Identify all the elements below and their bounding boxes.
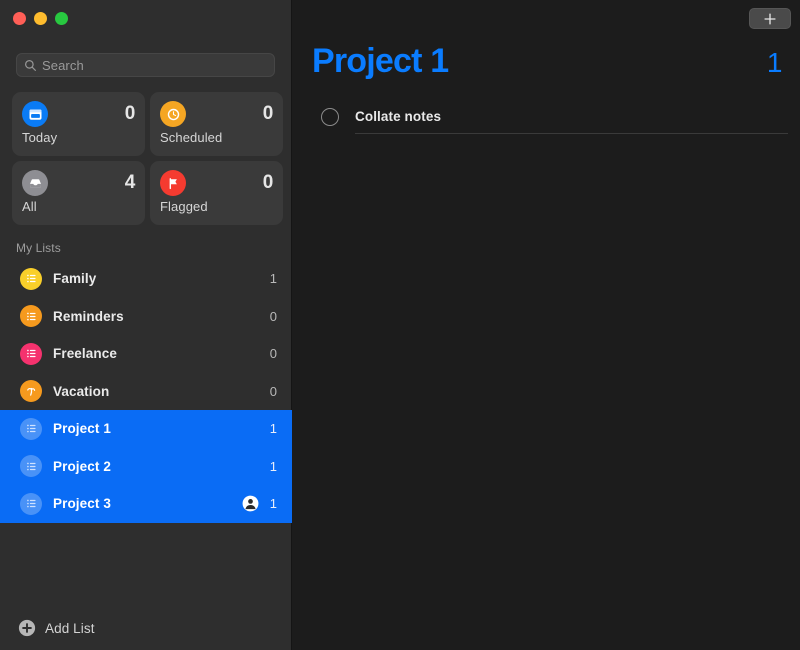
sidebar-item-reminders[interactable]: Reminders 0 [0, 298, 292, 336]
person-circle-icon[interactable] [242, 495, 259, 512]
sidebar-item-project-3[interactable]: Project 3 1 [0, 485, 292, 523]
sidebar-item-label: Project 3 [53, 496, 111, 512]
project-header: Project 1 1 [312, 42, 783, 81]
palm-tree-icon [20, 380, 42, 403]
smart-list-today-label: Today [22, 130, 58, 145]
plus-circle-icon [18, 619, 36, 637]
list-lines-icon [20, 417, 42, 440]
smart-list-flagged-count: 0 [262, 172, 274, 193]
smart-list-flagged[interactable]: 0 Flagged [150, 161, 283, 225]
table-row[interactable]: Collate notes [312, 100, 788, 133]
sidebar-item-label: Project 1 [53, 421, 111, 437]
sidebar-item-count: 1 [269, 458, 277, 474]
flag-icon [160, 170, 186, 196]
reminder-title: Collate notes [355, 109, 442, 124]
user-lists: Family 1 Reminders 0 Freelance 0 Vacatio… [0, 260, 292, 523]
sidebar-item-count: 1 [269, 421, 277, 437]
calendar-today-icon [22, 101, 48, 127]
sidebar-item-label: Vacation [53, 383, 110, 399]
list-lines-icon [20, 455, 42, 478]
list-lines-icon [20, 267, 42, 290]
search-icon [25, 59, 36, 71]
search-field[interactable]: Search [16, 53, 275, 77]
sidebar-item-family[interactable]: Family 1 [0, 260, 292, 298]
traffic-lights [13, 12, 68, 25]
smart-list-all-label: All [22, 199, 37, 214]
smart-list-today-count: 0 [124, 103, 136, 124]
main-content: Project 1 1 Collate notes [292, 0, 800, 650]
sidebar-item-label: Family [53, 271, 97, 287]
my-lists-header: My Lists [16, 241, 61, 255]
sidebar-item-label: Freelance [53, 346, 117, 362]
sidebar-item-count: 1 [269, 496, 277, 512]
add-reminder-button[interactable] [749, 8, 791, 29]
search-placeholder: Search [42, 57, 84, 73]
smart-list-all[interactable]: 4 All [12, 161, 145, 225]
smart-list-all-count: 4 [124, 172, 136, 193]
sidebar-item-label: Project 2 [53, 458, 111, 474]
list-lines-icon [20, 492, 42, 515]
page-title: Project 1 [312, 42, 449, 80]
sidebar-item-project-2[interactable]: Project 2 1 [0, 447, 292, 485]
close-window-button[interactable] [13, 12, 26, 25]
sidebar-item-count: 0 [269, 308, 277, 324]
smart-list-scheduled-top: 0 [160, 101, 273, 127]
smart-list-all-top: 4 [22, 170, 135, 196]
smart-list-scheduled[interactable]: 0 Scheduled [150, 92, 283, 156]
list-lines-icon [20, 342, 42, 365]
smart-list-flagged-top: 0 [160, 170, 273, 196]
sidebar-item-project-1[interactable]: Project 1 1 [0, 410, 292, 448]
smart-list-scheduled-label: Scheduled [160, 130, 223, 145]
sidebar-item-count: 1 [269, 271, 277, 287]
smart-list-scheduled-count: 0 [262, 103, 274, 124]
smart-lists-grid: 0 Today 0 Scheduled 4 All 0 Flagged [12, 92, 283, 225]
sidebar-item-vacation[interactable]: Vacation 0 [0, 373, 292, 411]
reminder-list: Collate notes [312, 100, 788, 134]
minimize-window-button[interactable] [34, 12, 47, 25]
reminders-window: Search 0 Today 0 Scheduled 4 All 0 Flagg… [0, 0, 800, 650]
sidebar-item-label: Reminders [53, 308, 124, 324]
sidebar-item-freelance[interactable]: Freelance 0 [0, 335, 292, 373]
project-item-count: 1 [766, 47, 783, 78]
row-divider [355, 133, 788, 134]
inbox-tray-icon [22, 170, 48, 196]
smart-list-today[interactable]: 0 Today [12, 92, 145, 156]
plus-icon [764, 12, 776, 25]
smart-list-today-top: 0 [22, 101, 135, 127]
sidebar-item-count: 0 [269, 383, 277, 399]
sidebar-item-count: 0 [269, 346, 277, 362]
zoom-window-button[interactable] [55, 12, 68, 25]
sidebar: Search 0 Today 0 Scheduled 4 All 0 Flagg… [0, 0, 292, 650]
add-list-button[interactable]: Add List [18, 619, 95, 637]
add-list-label: Add List [45, 620, 95, 636]
circle-empty-icon[interactable] [321, 107, 339, 126]
clock-icon [160, 101, 186, 127]
smart-list-flagged-label: Flagged [160, 199, 208, 214]
list-lines-icon [20, 305, 42, 328]
